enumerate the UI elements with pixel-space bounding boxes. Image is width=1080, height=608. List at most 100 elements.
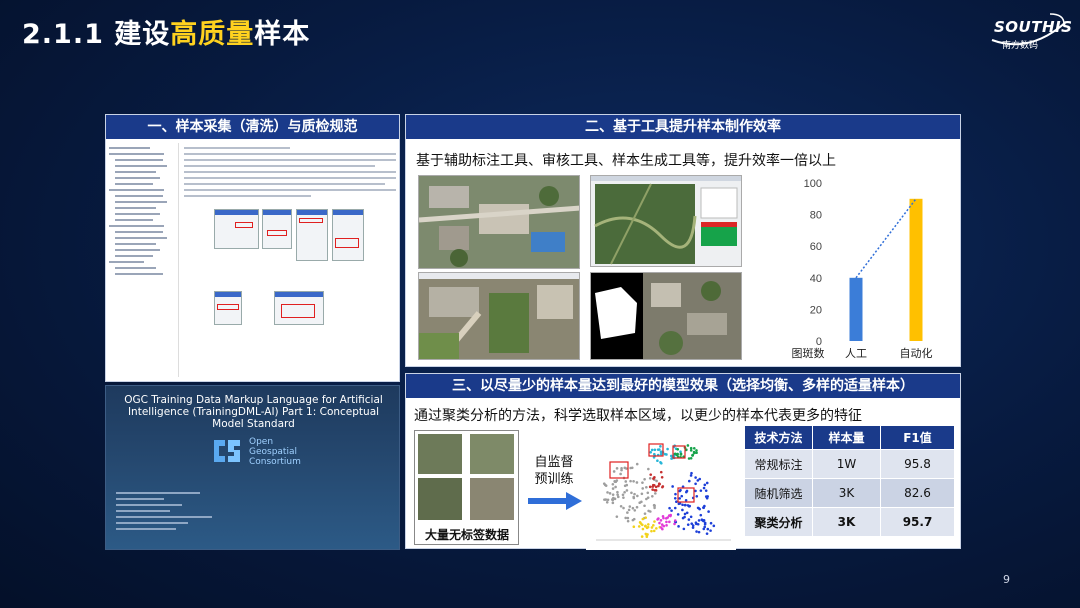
scatter-point <box>635 462 639 466</box>
scatter-point <box>668 506 671 510</box>
remote-image-tile <box>470 434 514 474</box>
scatter-point <box>705 532 709 535</box>
y-tick-label: 100 <box>804 178 822 190</box>
scatter-point <box>694 476 697 479</box>
scatter-point <box>648 485 652 489</box>
scatter-point <box>651 494 654 498</box>
scatter-point <box>622 496 625 499</box>
scatter-point <box>643 504 646 508</box>
table-row: 常规标注 1W 95.8 <box>744 449 955 479</box>
scatter-point <box>701 519 705 522</box>
scatter-point <box>653 520 656 523</box>
scatter-point <box>664 517 668 520</box>
screenshot-thumbnail <box>274 291 324 325</box>
scatter-point <box>652 529 656 533</box>
remote-image-tile <box>418 478 462 520</box>
scatter-point <box>626 511 629 514</box>
scatter-point <box>686 504 690 507</box>
trend-line <box>855 198 917 279</box>
panel3-heading: 三、以尽量少的样本量达到最好的模型效果（选择均衡、多样的适量样本） <box>406 374 960 398</box>
company-logo: SOUTHIS 南方数码 <box>990 10 1072 56</box>
scatter-point <box>676 447 680 451</box>
bar-人工 <box>849 277 863 341</box>
scatter-point <box>695 451 698 455</box>
scatter-point <box>633 509 637 512</box>
screenshot-thumbnail <box>214 209 259 249</box>
scatter-point <box>678 497 681 500</box>
scatter-point <box>641 481 644 484</box>
panel2-description: 基于辅助标注工具、审核工具、样本生成工具等，提升效率一倍以上 <box>416 153 836 169</box>
scatter-point <box>690 522 694 525</box>
screenshot-thumbnail <box>332 209 364 261</box>
scatter-point <box>679 453 683 456</box>
scatter-point <box>605 500 609 504</box>
scatter-point <box>640 492 644 496</box>
scatter-point <box>647 523 650 526</box>
scatter-point <box>608 492 612 495</box>
method-comparison-table: 技术方法 样本量 F1值 常规标注 1W 95.8 随机筛选 3K 82.6 聚… <box>744 425 955 537</box>
scatter-point <box>676 513 680 516</box>
x-axis-label: 图斑数 <box>792 347 825 360</box>
scatter-point <box>702 506 705 509</box>
scatter-point <box>654 492 657 495</box>
scatter-point <box>666 447 669 451</box>
sample-selection-panel: 三、以尽量少的样本量达到最好的模型效果（选择均衡、多样的适量样本） 通过聚类分析… <box>405 373 961 550</box>
scatter-point <box>683 515 686 519</box>
scatter-point <box>649 450 653 454</box>
scatter-point <box>632 479 635 483</box>
scatter-point <box>706 527 710 531</box>
scatter-point <box>606 491 609 494</box>
scatter-point <box>660 476 664 479</box>
scatter-point <box>611 482 615 486</box>
scatter-point <box>689 474 693 477</box>
scatter-point <box>648 476 652 480</box>
scatter-point <box>638 521 642 524</box>
scatter-point <box>630 491 633 495</box>
scatter-point <box>653 506 656 510</box>
scatter-point <box>651 488 654 491</box>
page-number: 9 <box>1003 573 1010 586</box>
scatter-point <box>685 489 689 493</box>
scatter-point <box>659 519 663 522</box>
scatter-point <box>622 506 625 510</box>
scatter-point <box>659 526 663 529</box>
scatter-point <box>689 446 693 450</box>
table-header: F1值 <box>880 425 955 450</box>
scatter-point <box>652 523 655 527</box>
scatter-point <box>647 467 650 471</box>
panel1-heading: 一、样本采集（清洗）与质检规范 <box>106 115 399 139</box>
scatter-point <box>712 524 716 528</box>
scatter-point <box>675 500 678 504</box>
scatter-point <box>602 482 606 485</box>
scatter-point <box>644 524 647 528</box>
scatter-point <box>659 470 663 474</box>
scatter-point <box>670 509 673 512</box>
scatter-point <box>631 506 635 510</box>
scatter-point <box>662 524 666 528</box>
x-tick-label: 自动化 <box>900 346 933 360</box>
scatter-point <box>654 489 658 492</box>
document-toc <box>109 143 179 377</box>
ogc-logo-icon <box>214 440 240 462</box>
scatter-point <box>627 508 631 512</box>
scatter-point <box>611 487 615 490</box>
scatter-point <box>650 526 654 529</box>
scatter-point <box>625 489 629 492</box>
scatter-point <box>665 524 668 527</box>
scatter-point <box>706 495 709 498</box>
scatter-point <box>633 492 636 496</box>
scatter-point <box>629 466 632 470</box>
scatter-point <box>665 520 668 524</box>
scatter-point <box>696 506 700 510</box>
scatter-point <box>632 525 636 529</box>
scatter-point <box>696 479 700 482</box>
scatter-point <box>650 448 654 452</box>
scatter-point <box>686 444 690 447</box>
self-supervised-label: 自监督 预训练 <box>534 455 574 487</box>
scatter-point <box>703 522 707 526</box>
scatter-point <box>640 535 644 538</box>
scatter-point <box>658 521 661 525</box>
remote-image-tile <box>470 478 514 520</box>
scatter-point <box>703 483 707 487</box>
review-tool-screenshot <box>418 272 580 360</box>
